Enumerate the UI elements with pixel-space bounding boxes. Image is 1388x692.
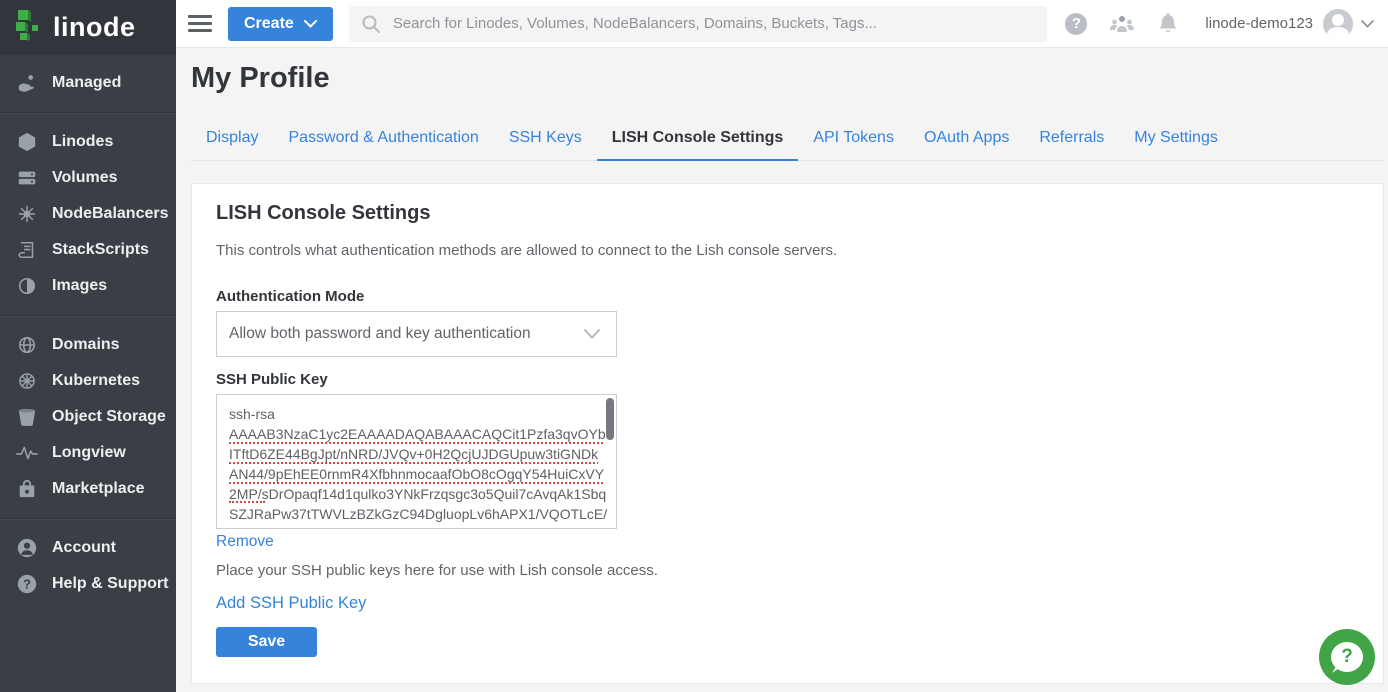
top-icons: ? linode-demo123	[1065, 9, 1374, 39]
logo-wordmark: linode	[53, 12, 136, 43]
sidebar-item-linodes[interactable]: Linodes	[0, 124, 176, 160]
textarea-scrollbar[interactable]	[606, 398, 614, 440]
sidebar-item-object-storage[interactable]: Object Storage	[0, 399, 176, 435]
help-chat-icon: ?	[1331, 642, 1363, 672]
sidebar-item-managed[interactable]: Managed	[0, 65, 176, 101]
tab-referrals[interactable]: Referrals	[1024, 121, 1119, 161]
main-content: My Profile Display Password & Authentica…	[176, 48, 1388, 692]
managed-icon	[16, 73, 38, 93]
tab-display[interactable]: Display	[191, 121, 273, 161]
username-label: linode-demo123	[1205, 15, 1313, 32]
account-icon	[16, 537, 38, 559]
ssh-key-line: ITftD6ZE44BgJpt/nNRD/JVQv+0H2QcjUJDGUpuw…	[229, 444, 602, 464]
sidebar-nav: Managed Linodes Volumes NodeBalancers	[0, 55, 176, 692]
sidebar-divider	[0, 518, 176, 519]
lish-settings-panel: LISH Console Settings This controls what…	[191, 183, 1384, 684]
floating-help-button[interactable]: ?	[1319, 629, 1375, 685]
help-icon: ?	[1065, 13, 1087, 35]
ssh-public-key-textarea[interactable]: ssh-rsa AAAAB3NzaC1yc2EAAAADAQABAAACAQCi…	[216, 394, 617, 529]
save-button[interactable]: Save	[216, 627, 317, 657]
chevron-down-icon	[584, 329, 600, 339]
top-bar: Create ?	[176, 0, 1388, 48]
authentication-mode-label: Authentication Mode	[216, 288, 1359, 305]
stackscripts-icon	[16, 240, 38, 260]
ssh-key-line: SZJRaPw37tTWVLzBZkGzC94DgluopLv6hAPX1/VQ…	[229, 504, 602, 524]
panel-title: LISH Console Settings	[216, 202, 1359, 225]
images-icon	[16, 276, 38, 296]
svg-text:?: ?	[23, 577, 31, 592]
logo-block[interactable]: linode	[0, 0, 176, 55]
tab-password-authentication[interactable]: Password & Authentication	[273, 121, 493, 161]
tab-ssh-keys[interactable]: SSH Keys	[494, 121, 597, 161]
ssh-key-line: AAAAB3NzaC1yc2EAAAADAQABAAACAQCit1Pzfa3q…	[229, 424, 602, 444]
marketplace-bag-icon	[16, 479, 38, 499]
sidebar-item-account[interactable]: Account	[0, 530, 176, 566]
community-icon	[1109, 13, 1135, 35]
nodebalancers-icon	[16, 204, 38, 224]
sidebar-item-domains[interactable]: Domains	[0, 327, 176, 363]
sidebar-item-images[interactable]: Images	[0, 268, 176, 304]
ssh-key-line: 2MP/sDrOpaqf14d1qulko3YNkFrzqsgc3o5Quil7…	[229, 484, 602, 504]
authentication-mode-select[interactable]: Allow both password and key authenticati…	[216, 311, 617, 357]
tab-oauth-apps[interactable]: OAuth Apps	[909, 121, 1024, 161]
search-icon	[361, 14, 381, 34]
ssh-key-help-text: Place your SSH public keys here for use …	[216, 562, 1359, 579]
volumes-icon	[16, 168, 38, 188]
sidebar-item-longview[interactable]: Longview	[0, 435, 176, 471]
domains-globe-icon	[16, 335, 38, 355]
sidebar-item-marketplace[interactable]: Marketplace	[0, 471, 176, 507]
tab-my-settings[interactable]: My Settings	[1119, 121, 1233, 161]
tab-lish-console-settings[interactable]: LISH Console Settings	[597, 121, 799, 161]
linode-logo-icon	[14, 8, 44, 47]
ssh-public-key-label: SSH Public Key	[216, 371, 1359, 388]
chevron-down-icon	[304, 20, 317, 28]
authentication-mode-value: Allow both password and key authenticati…	[229, 325, 531, 343]
sidebar-item-kubernetes[interactable]: Kubernetes	[0, 363, 176, 399]
add-ssh-public-key-link[interactable]: Add SSH Public Key	[216, 594, 366, 613]
ssh-key-line: AN44/9pEhEE0rnmR4XfbhnmocaafObO8cOgqY54H…	[229, 464, 602, 484]
kubernetes-icon	[16, 371, 38, 391]
sidebar-divider	[0, 112, 176, 113]
sidebar-item-help-support[interactable]: ? Help & Support	[0, 566, 176, 602]
ssh-key-line: ssh-rsa	[229, 404, 602, 424]
bell-icon	[1157, 12, 1179, 36]
sidebar-item-volumes[interactable]: Volumes	[0, 160, 176, 196]
page-title: My Profile	[191, 62, 1388, 95]
sidebar-item-nodebalancers[interactable]: NodeBalancers	[0, 196, 176, 232]
panel-description: This controls what authentication method…	[216, 242, 1359, 259]
remove-key-link[interactable]: Remove	[216, 533, 274, 551]
linode-cube-icon	[16, 132, 38, 152]
user-menu[interactable]: linode-demo123	[1201, 9, 1374, 39]
help-button[interactable]: ?	[1065, 13, 1087, 35]
profile-tabs: Display Password & Authentication SSH Ke…	[191, 121, 1384, 161]
sidebar-item-stackscripts[interactable]: StackScripts	[0, 232, 176, 268]
tab-api-tokens[interactable]: API Tokens	[798, 121, 909, 161]
avatar	[1323, 9, 1353, 39]
community-button[interactable]	[1109, 13, 1135, 35]
object-storage-bucket-icon	[16, 407, 38, 427]
sidebar-divider	[0, 315, 176, 316]
menu-hamburger-icon[interactable]	[188, 15, 212, 32]
search-input[interactable]	[393, 15, 1036, 32]
create-button[interactable]: Create	[228, 7, 333, 41]
notifications-button[interactable]	[1157, 12, 1179, 36]
global-search[interactable]	[349, 6, 1048, 42]
help-question-icon: ?	[16, 573, 38, 595]
longview-pulse-icon	[16, 443, 38, 463]
chevron-down-icon	[1361, 20, 1374, 28]
